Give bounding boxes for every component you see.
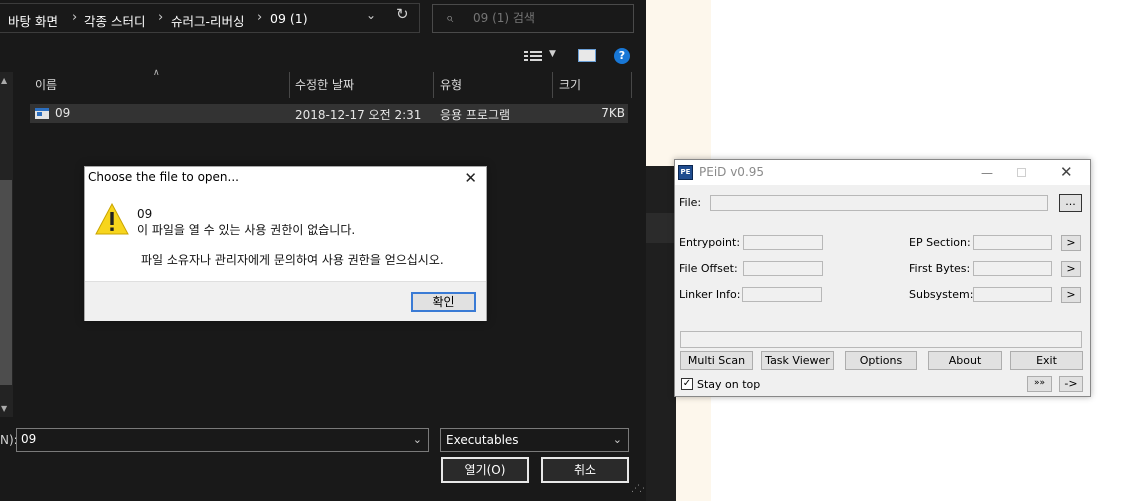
view-options-dropdown-icon[interactable]: ▼: [549, 49, 556, 59]
search-box[interactable]: ⌕: [432, 4, 634, 33]
filetype-select[interactable]: Executables ⌄: [440, 428, 629, 452]
address-bar[interactable]: 바탕 화면 › 각종 스터디 › 슈러그-리버싱 › 09 (1): [0, 3, 420, 33]
file-name: 09: [55, 106, 71, 120]
breadcrumb-reversing[interactable]: 슈러그-리버싱: [171, 11, 245, 30]
cancel-button[interactable]: 취소: [541, 457, 629, 483]
details-view-icon[interactable]: [524, 51, 542, 61]
detection-result-field: [680, 331, 1082, 348]
background-window-edge: [646, 213, 676, 243]
open-button[interactable]: 열기(O): [441, 457, 529, 483]
file-offset-label: File Offset:: [679, 262, 738, 275]
subsystem-field: [973, 287, 1052, 302]
chevron-right-icon: ›: [158, 10, 164, 25]
message-filename: 09: [137, 207, 153, 221]
extra-info-button[interactable]: »»: [1027, 376, 1052, 392]
stay-on-top-checkbox[interactable]: ✓: [681, 378, 693, 390]
application-icon: [35, 108, 49, 119]
preview-pane-icon[interactable]: [578, 49, 596, 62]
message-error-text: 이 파일을 열 수 있는 사용 권한이 없습니다.: [137, 223, 356, 237]
scroll-down-icon[interactable]: ▼: [1, 404, 7, 413]
peid-window-title: PEiD v0.95: [699, 165, 765, 179]
subsystem-label: Subsystem:: [909, 288, 974, 301]
multi-scan-button[interactable]: Multi Scan: [680, 351, 753, 370]
first-bytes-label: First Bytes:: [909, 262, 971, 275]
breadcrumb-study[interactable]: 각종 스터디: [84, 11, 145, 30]
message-box-title: Choose the file to open...: [88, 170, 239, 184]
subsystem-arrow-button[interactable]: >: [1061, 287, 1081, 303]
file-offset-field: [743, 261, 823, 276]
linker-info-label: Linker Info:: [679, 288, 741, 301]
breadcrumb-desktop[interactable]: 바탕 화면: [8, 11, 58, 30]
refresh-icon[interactable]: ↻: [396, 5, 409, 23]
peid-logo-icon: PE: [678, 165, 693, 180]
resize-grip-icon[interactable]: ⋰⋰: [631, 484, 646, 494]
filename-combobox[interactable]: ⌄: [16, 428, 429, 452]
filetype-value: Executables: [446, 433, 519, 447]
chevron-down-icon[interactable]: ⌄: [613, 433, 622, 446]
entrypoint-label: Entrypoint:: [679, 236, 741, 249]
close-icon[interactable]: ✕: [1060, 163, 1073, 181]
peid-titlebar[interactable]: PE PEiD v0.95 — ✕: [675, 160, 1090, 185]
search-input[interactable]: [473, 11, 623, 25]
file-list-row[interactable]: 09 2018-12-17 오전 2:31 응용 프로그램 7KB: [30, 104, 628, 123]
file-modified: 2018-12-17 오전 2:31: [295, 108, 422, 122]
close-icon[interactable]: ✕: [464, 169, 477, 187]
filename-input[interactable]: [21, 432, 381, 446]
next-button[interactable]: ->: [1059, 376, 1083, 392]
options-button[interactable]: Options: [845, 351, 917, 370]
chevron-down-icon[interactable]: ⌄: [413, 433, 422, 446]
chevron-right-icon: ›: [257, 10, 263, 25]
ep-section-label: EP Section:: [909, 236, 971, 249]
stay-on-top-label[interactable]: Stay on top: [697, 378, 760, 391]
scroll-up-icon[interactable]: ▲: [1, 76, 7, 85]
ok-button[interactable]: 확인: [411, 292, 476, 312]
ep-section-arrow-button[interactable]: >: [1061, 235, 1081, 251]
first-bytes-field: [973, 261, 1052, 276]
file-size: 7KB: [601, 106, 625, 120]
scrollbar-thumb[interactable]: [0, 180, 12, 385]
column-header-name[interactable]: 이름: [35, 76, 57, 93]
message-box-footer: 확인: [85, 281, 486, 321]
column-header-size[interactable]: 크기: [559, 76, 581, 93]
breadcrumb-current-folder[interactable]: 09 (1): [270, 11, 308, 26]
entrypoint-field: [743, 235, 823, 250]
first-bytes-arrow-button[interactable]: >: [1061, 261, 1081, 277]
browse-button[interactable]: ...: [1059, 194, 1082, 212]
exit-button[interactable]: Exit: [1010, 351, 1083, 370]
column-header-type[interactable]: 유형: [440, 76, 462, 93]
task-viewer-button[interactable]: Task Viewer: [761, 351, 834, 370]
ep-section-field: [973, 235, 1052, 250]
file-path-field[interactable]: [710, 195, 1048, 211]
warning-icon: [95, 203, 129, 235]
file-type: 응용 프로그램: [440, 108, 511, 122]
column-divider[interactable]: [289, 72, 290, 98]
chevron-right-icon: ›: [72, 10, 78, 25]
column-divider[interactable]: [631, 72, 632, 98]
minimize-icon[interactable]: —: [981, 166, 993, 180]
peid-window: PE PEiD v0.95 — ✕ File: ... Entrypoint: …: [674, 159, 1091, 397]
column-header-modified[interactable]: 수정한 날짜: [295, 76, 354, 93]
help-icon[interactable]: ?: [614, 48, 630, 64]
column-divider[interactable]: [552, 72, 553, 98]
chevron-down-icon[interactable]: ⌄: [366, 8, 376, 22]
error-message-box: Choose the file to open... ✕ 09 이 파일을 열 …: [84, 166, 487, 321]
message-help-text: 파일 소유자나 관리자에게 문의하여 사용 권한을 얻으십시오.: [141, 253, 444, 267]
sort-ascending-icon: ∧: [153, 68, 160, 78]
search-icon: ⌕: [446, 11, 454, 26]
linker-info-field: [742, 287, 822, 302]
maximize-icon[interactable]: [1017, 168, 1026, 177]
column-divider[interactable]: [433, 72, 434, 98]
about-button[interactable]: About: [928, 351, 1002, 370]
file-label: File:: [679, 196, 702, 209]
